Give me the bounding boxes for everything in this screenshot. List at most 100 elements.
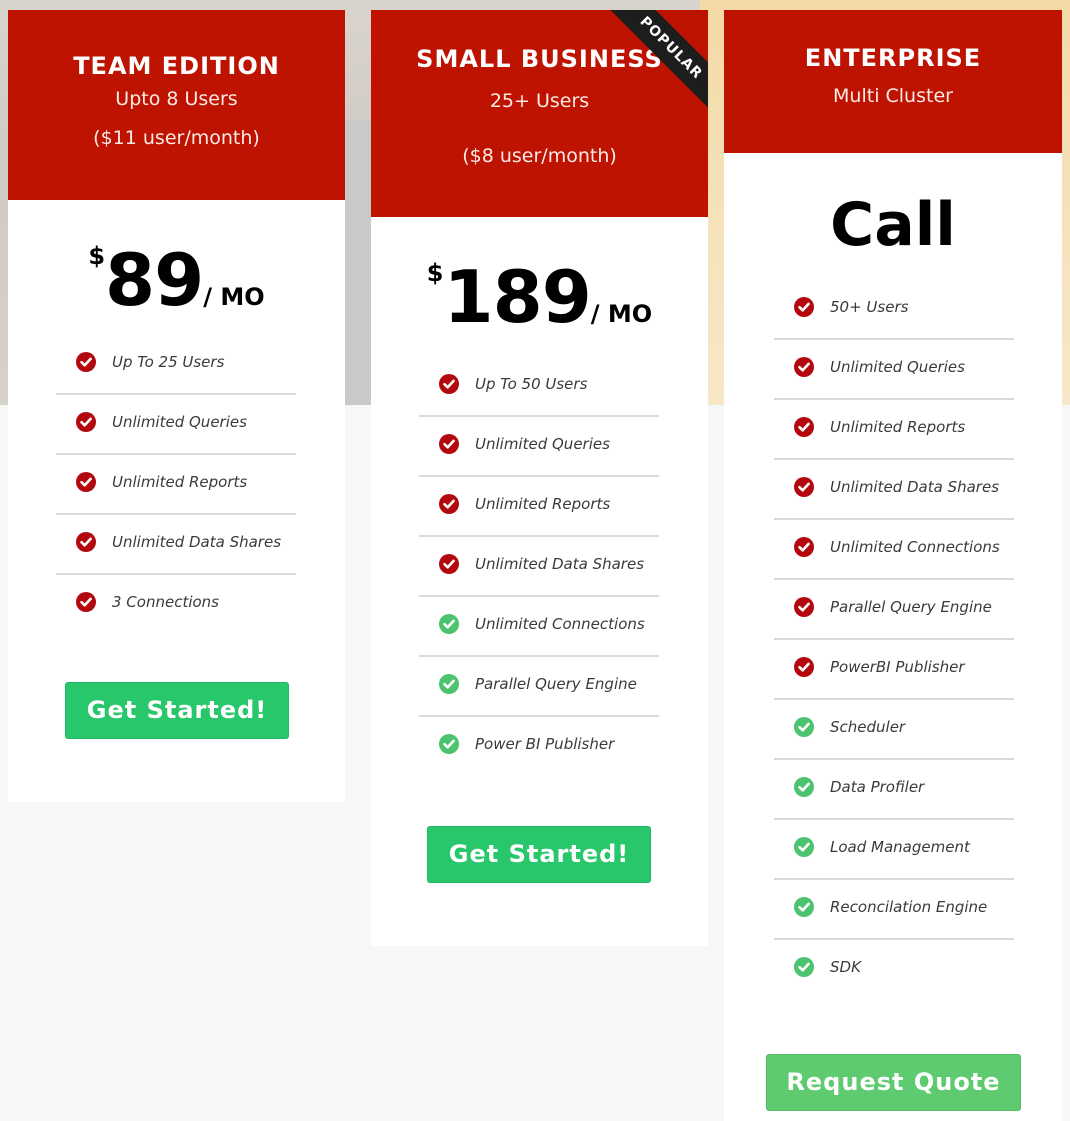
feature-label: Data Profiler	[830, 778, 925, 796]
red-check-icon	[794, 477, 814, 497]
feature-item: Reconcilation Engine	[774, 880, 1014, 940]
plan-name: TEAM EDITION	[73, 52, 280, 80]
plan-per-user-price: ($11 user/month)	[93, 127, 260, 149]
plan-card-small-business: SMALL BUSINESS 25+ Users ($8 user/month)…	[371, 10, 708, 946]
red-check-icon	[439, 554, 459, 574]
red-check-icon	[794, 297, 814, 317]
feature-label: Unlimited Reports	[112, 473, 248, 491]
price-currency: $	[88, 242, 106, 270]
red-check-icon	[76, 592, 96, 612]
plan-header: SMALL BUSINESS 25+ Users ($8 user/month)…	[371, 10, 708, 217]
price-amount: 89	[105, 238, 204, 322]
green-check-icon	[794, 897, 814, 917]
plan-name: ENTERPRISE	[804, 44, 982, 72]
red-check-icon	[439, 434, 459, 454]
red-check-icon	[794, 537, 814, 557]
feature-label: Unlimited Queries	[112, 413, 247, 431]
feature-item: Unlimited Queries	[419, 417, 659, 477]
plan-per-user-price: ($8 user/month)	[462, 145, 617, 167]
feature-item: Unlimited Connections	[774, 520, 1014, 580]
feature-label: 3 Connections	[112, 593, 219, 611]
feature-item: Scheduler	[774, 700, 1014, 760]
feature-label: Unlimited Reports	[830, 418, 966, 436]
red-check-icon	[794, 657, 814, 677]
plan-subtitle: Multi Cluster	[833, 85, 953, 107]
red-check-icon	[76, 532, 96, 552]
feature-item: Unlimited Reports	[774, 400, 1014, 460]
green-check-icon	[794, 777, 814, 797]
feature-label: Load Management	[830, 838, 970, 856]
red-check-icon	[76, 412, 96, 432]
feature-label: Unlimited Connections	[830, 538, 1000, 556]
feature-item: Unlimited Connections	[419, 597, 659, 657]
plan-card-enterprise: ENTERPRISE Multi Cluster Call 50+ Users U…	[724, 10, 1062, 1121]
feature-item: Parallel Query Engine	[774, 580, 1014, 640]
plan-price-call: Call	[830, 190, 956, 260]
green-check-icon	[794, 837, 814, 857]
red-check-icon	[794, 417, 814, 437]
feature-item: Unlimited Data Shares	[774, 460, 1014, 520]
feature-label: 50+ Users	[830, 298, 909, 316]
feature-item: Unlimited Data Shares	[56, 515, 296, 575]
feature-label: SDK	[830, 958, 861, 976]
plan-price: $189/ MO	[371, 255, 708, 339]
price-currency: $	[426, 259, 444, 287]
red-check-icon	[794, 597, 814, 617]
feature-label: Up To 25 Users	[112, 353, 225, 371]
feature-list: Up To 25 Users Unlimited Queries Unlimited…	[56, 335, 296, 635]
plan-card-team: TEAM EDITION Upto 8 Users ($11 user/mont…	[8, 10, 345, 802]
green-check-icon	[794, 717, 814, 737]
feature-list: 50+ Users Unlimited Queries Unlimited Repo…	[774, 280, 1014, 1000]
feature-item: Up To 50 Users	[419, 357, 659, 417]
feature-label: Scheduler	[830, 718, 906, 736]
feature-item: PowerBI Publisher	[774, 640, 1014, 700]
feature-label: Unlimited Data Shares	[475, 555, 645, 573]
red-check-icon	[439, 494, 459, 514]
red-check-icon	[794, 357, 814, 377]
get-started-button[interactable]: Get Started!	[65, 682, 289, 739]
feature-list: Up To 50 Users Unlimited Queries Unlimited…	[419, 357, 659, 777]
feature-label: Unlimited Queries	[830, 358, 965, 376]
feature-item: Unlimited Reports	[419, 477, 659, 537]
get-started-button[interactable]: Get Started!	[427, 826, 651, 883]
red-check-icon	[439, 374, 459, 394]
feature-label: Unlimited Reports	[475, 495, 611, 513]
feature-label: Reconcilation Engine	[830, 898, 988, 916]
feature-item: Up To 25 Users	[56, 335, 296, 395]
request-quote-button[interactable]: Request Quote	[766, 1054, 1021, 1111]
green-check-icon	[439, 734, 459, 754]
feature-label: Unlimited Connections	[475, 615, 645, 633]
feature-item: Parallel Query Engine	[419, 657, 659, 717]
price-period: / MO	[203, 283, 265, 311]
price-period: / MO	[590, 300, 653, 328]
feature-item: Unlimited Reports	[56, 455, 296, 515]
feature-item: SDK	[774, 940, 1014, 1000]
feature-item: 3 Connections	[56, 575, 296, 635]
plan-header: TEAM EDITION Upto 8 Users ($11 user/mont…	[8, 10, 345, 200]
feature-item: 50+ Users	[774, 280, 1014, 340]
feature-item: Power BI Publisher	[419, 717, 659, 777]
feature-item: Unlimited Queries	[56, 395, 296, 455]
feature-label: Unlimited Data Shares	[830, 478, 1000, 496]
green-check-icon	[439, 614, 459, 634]
red-check-icon	[76, 472, 96, 492]
plan-price: $89/ MO	[8, 238, 345, 322]
feature-item: Unlimited Queries	[774, 340, 1014, 400]
plan-users: 25+ Users	[489, 90, 590, 112]
feature-item: Unlimited Data Shares	[419, 537, 659, 597]
price-amount: 189	[443, 255, 592, 339]
green-check-icon	[794, 957, 814, 977]
feature-label: Unlimited Queries	[475, 435, 610, 453]
red-check-icon	[76, 352, 96, 372]
feature-label: Up To 50 Users	[475, 375, 588, 393]
feature-label: Power BI Publisher	[475, 735, 615, 753]
feature-item: Load Management	[774, 820, 1014, 880]
feature-label: Parallel Query Engine	[475, 675, 637, 693]
feature-label: Unlimited Data Shares	[112, 533, 282, 551]
plan-header: ENTERPRISE Multi Cluster	[724, 10, 1062, 153]
plan-users: Upto 8 Users	[115, 88, 238, 110]
feature-label: Parallel Query Engine	[830, 598, 992, 616]
feature-label: PowerBI Publisher	[830, 658, 965, 676]
feature-item: Data Profiler	[774, 760, 1014, 820]
green-check-icon	[439, 674, 459, 694]
